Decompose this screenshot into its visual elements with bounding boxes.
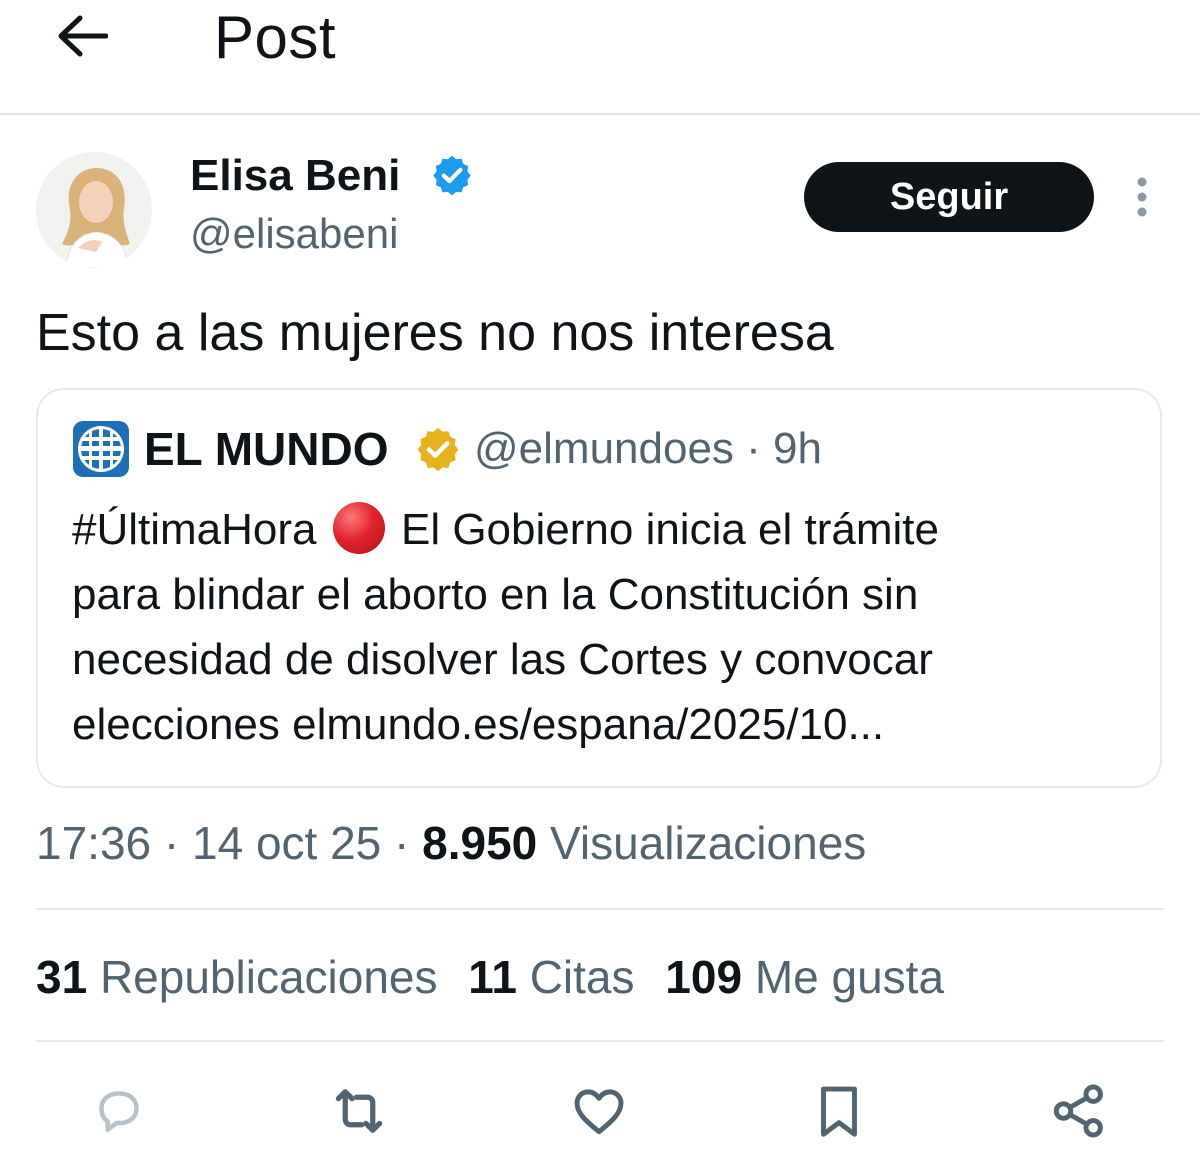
repost-icon: [335, 1089, 383, 1133]
likes-stat[interactable]: 109 Me gusta: [665, 946, 944, 1008]
likes-label: Me gusta: [742, 951, 945, 1003]
arrow-left-icon: [58, 15, 108, 57]
el-mundo-logo-icon: [72, 420, 130, 478]
gold-verified-badge-icon: [414, 425, 462, 473]
share-icon: [1053, 1084, 1103, 1138]
bookmark-button[interactable]: [804, 1076, 874, 1146]
page-title: Post: [214, 4, 337, 71]
share-button[interactable]: [1044, 1076, 1114, 1146]
follow-button[interactable]: Seguir: [804, 162, 1094, 232]
avatar[interactable]: [36, 152, 152, 268]
reposts-stat[interactable]: 31 Republicaciones: [36, 946, 438, 1008]
post-stats: 31 Republicaciones 11 Citas 109 Me gusta: [36, 946, 944, 1008]
reply-icon: [99, 1091, 139, 1132]
quoted-text-segment: El Gobierno inicia el trámite: [400, 505, 939, 554]
post-timestamp: 17:36 · 14 oct 25 ·: [36, 817, 423, 869]
views-label: Visualizaciones: [537, 817, 867, 869]
author-handle[interactable]: @elisabeni: [190, 208, 398, 260]
quoted-text-line-3: necesidad de disolver las Cortes y convo…: [72, 635, 933, 684]
hashtag-link[interactable]: #ÚltimaHora: [72, 505, 317, 554]
tweet-text: Esto a las mujeres no nos interesa: [36, 304, 834, 362]
avatar-image: [36, 152, 152, 268]
author-name[interactable]: Elisa Beni: [190, 150, 400, 202]
quotes-stat[interactable]: 11 Citas: [468, 946, 634, 1008]
like-button[interactable]: [564, 1076, 634, 1146]
quoted-text-line-4: elecciones elmundo.es/espana/2025/10...: [72, 700, 885, 749]
bookmark-icon: [821, 1086, 857, 1137]
quoted-author-name: EL MUNDO: [144, 423, 389, 475]
red-circle-emoji-icon: [332, 502, 385, 554]
divider: [36, 908, 1164, 910]
divider: [36, 1040, 1164, 1042]
more-options-button[interactable]: [1122, 172, 1162, 222]
views-count: 8.950: [422, 817, 538, 869]
reposts-count: 31: [36, 951, 88, 1003]
quoted-text-line-2: para blindar el aborto en la Constitució…: [72, 570, 919, 619]
more-vertical-icon: [1137, 177, 1147, 217]
quoted-text-line-1: #ÚltimaHora El Gobierno inicia el trámit…: [72, 498, 939, 562]
reposts-label: Republicaciones: [87, 951, 438, 1003]
post-meta: 17:36 · 14 oct 25 · 8.950 Visualizacione…: [36, 812, 866, 874]
quotes-count: 11: [468, 951, 517, 1003]
verified-badge-icon: [430, 153, 474, 197]
quoted-author-handle-time: @elmundoes · 9h: [474, 424, 822, 473]
back-button[interactable]: [50, 8, 114, 64]
reply-button[interactable]: [84, 1076, 154, 1146]
likes-count: 109: [665, 951, 743, 1003]
like-icon: [574, 1089, 624, 1135]
repost-button[interactable]: [324, 1076, 394, 1146]
quotes-label: Citas: [516, 951, 635, 1003]
header-divider: [0, 113, 1200, 115]
